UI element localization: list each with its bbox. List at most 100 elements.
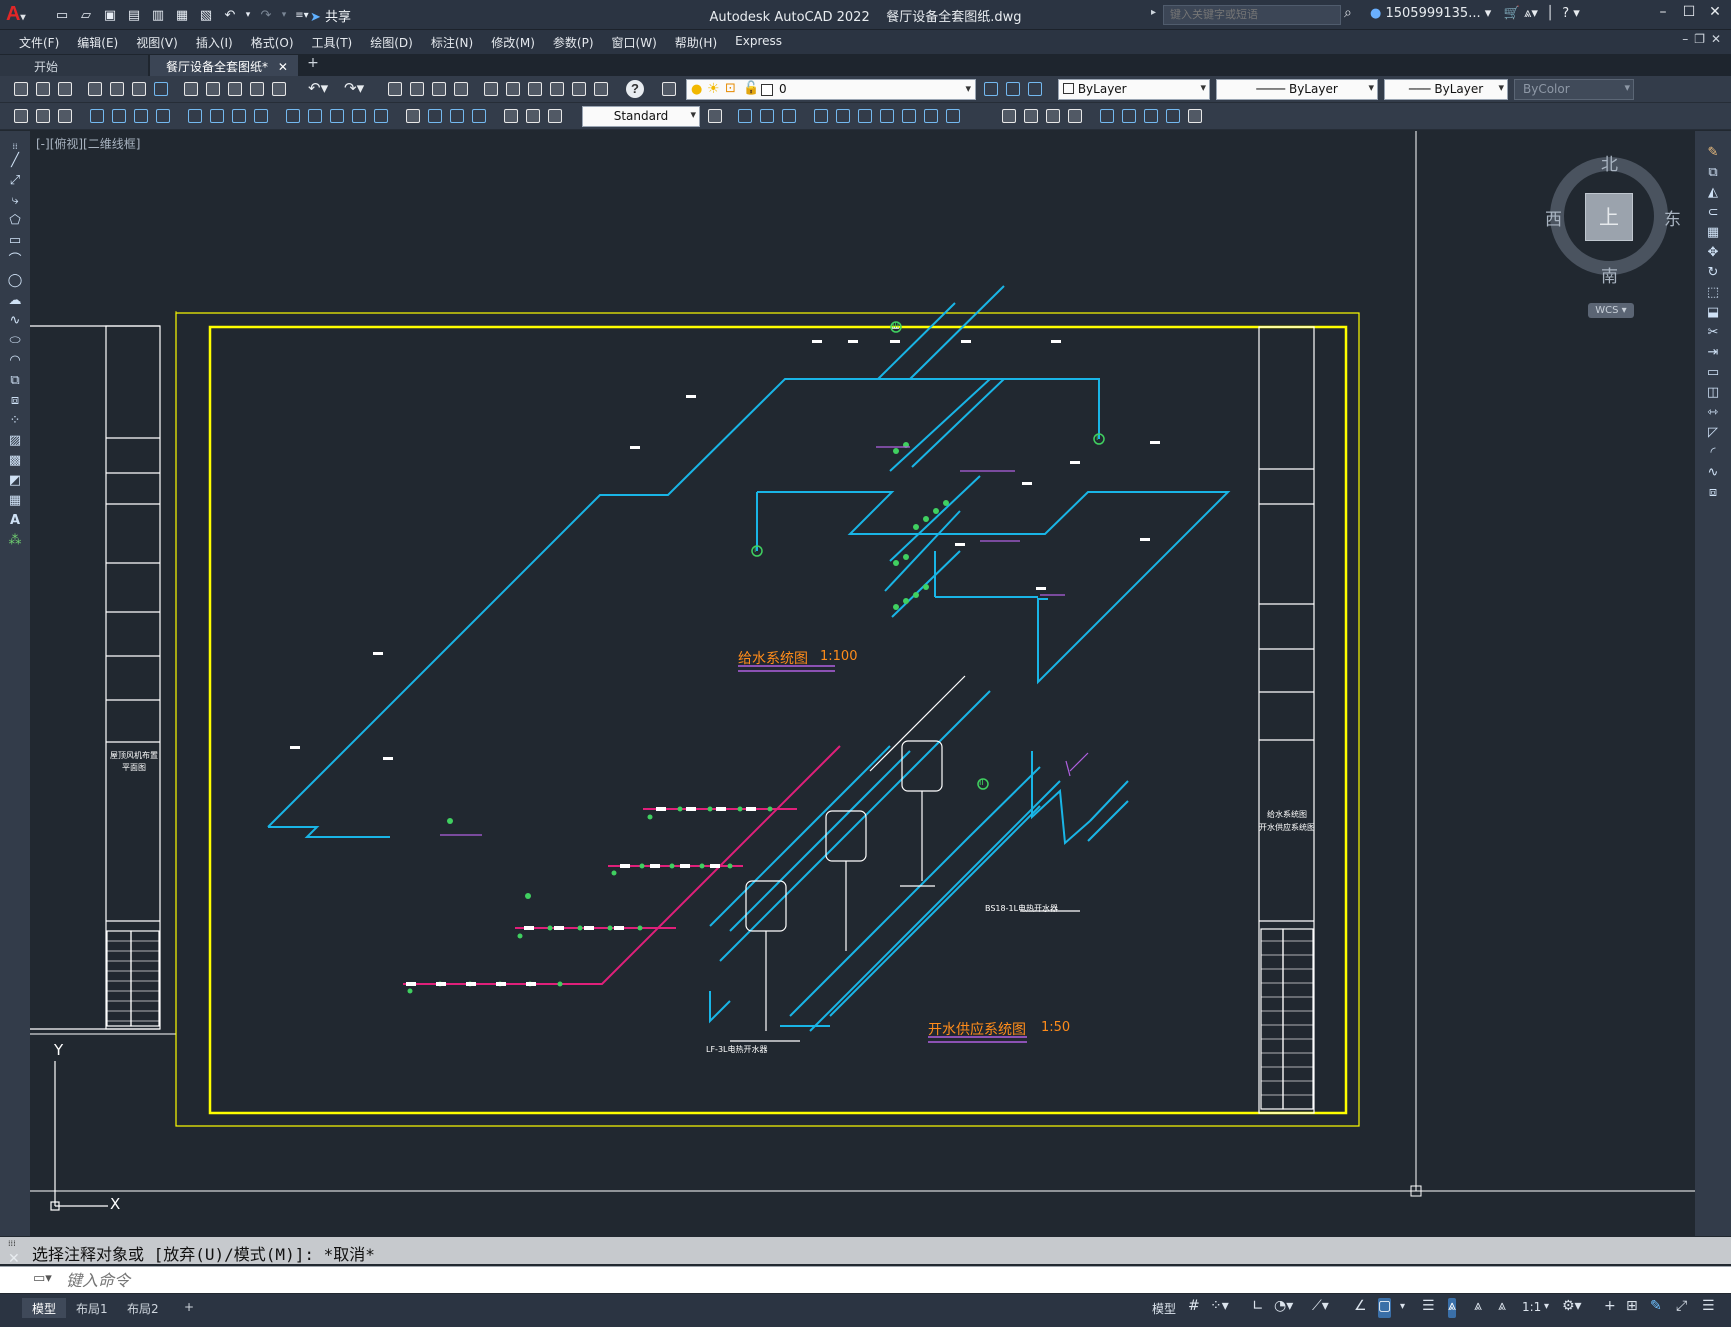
quickcalc-icon[interactable] [592, 80, 610, 98]
point-icon[interactable]: ⁘ [7, 413, 23, 429]
tolerance-icon[interactable] [404, 107, 422, 125]
dimension-edit-icon[interactable] [502, 107, 520, 125]
angular-dimension-icon[interactable] [252, 107, 270, 125]
solid-union-icon[interactable] [1000, 107, 1018, 125]
attach-xref-icon[interactable] [1164, 107, 1182, 125]
menu-draw[interactable]: 绘图(D) [361, 30, 422, 54]
spline-icon[interactable]: ∿ [7, 313, 23, 329]
minimize-button[interactable]: – [1652, 4, 1674, 24]
offset-icon[interactable]: ⊂ [1705, 205, 1721, 221]
viewcube-top-face[interactable]: 上 [1585, 193, 1633, 241]
annotation-scale-value[interactable]: 1:1 [1522, 1298, 1541, 1318]
make-block-icon[interactable] [1120, 107, 1138, 125]
zoom-window-icon[interactable] [430, 80, 448, 98]
join-icon[interactable]: ⇿ [1705, 405, 1721, 421]
arc-length-icon[interactable] [132, 107, 150, 125]
autocad-logo-icon[interactable]: A▾ [6, 3, 30, 27]
recent-commands-icon[interactable]: ▭▾ [33, 1271, 59, 1289]
dimension-style-dropdown[interactable]: Standard ▾ [582, 106, 700, 127]
cut-icon[interactable] [182, 80, 200, 98]
menu-format[interactable]: 格式(O) [242, 30, 303, 54]
plot-icon[interactable]: ▧ [196, 5, 216, 25]
close-tab-icon[interactable]: ✕ [278, 60, 288, 74]
ucs-object-icon[interactable] [900, 107, 918, 125]
color-dropdown[interactable]: ByLayer ▾ [1058, 79, 1210, 100]
chevron-down-icon[interactable]: ▾ [1544, 1298, 1549, 1318]
stretch-icon[interactable]: ⬓ [1705, 305, 1721, 321]
trim-icon[interactable]: ✂ [1705, 325, 1721, 341]
search-icon[interactable]: ⌕ [1344, 5, 1352, 21]
draworder-front-icon[interactable] [736, 107, 754, 125]
viewcube-west[interactable]: 西 [1545, 205, 1562, 230]
preview-icon[interactable] [108, 80, 126, 98]
object-snap-icon[interactable]: ▢ [1378, 1298, 1392, 1318]
auto-scale-icon[interactable]: ⩓ [1474, 1298, 1482, 1318]
annotation-monitor-icon[interactable]: + [1604, 1298, 1616, 1318]
ucs-face-icon[interactable] [878, 107, 896, 125]
redo-toolbar-icon[interactable]: ↷▾ [344, 79, 364, 97]
tab-current-drawing[interactable]: 餐厅设备全套图纸* ✕ [150, 55, 298, 76]
lineweight-display-icon[interactable]: ☰ [1422, 1298, 1435, 1318]
inspection-icon[interactable] [448, 107, 466, 125]
move-icon[interactable]: ✥ [1705, 245, 1721, 261]
drawing-area[interactable]: [-][俯视][二维线框] 给水系统图 1:100 开水供应系统图 1:50 L… [30, 131, 1695, 1236]
redo-dropdown-icon[interactable]: ▾ [280, 5, 288, 25]
line-icon[interactable]: ╱ [7, 153, 23, 169]
insert-block-icon[interactable] [1098, 107, 1116, 125]
save-toolbar-icon[interactable] [56, 80, 74, 98]
ellipse-arc-icon[interactable]: ◠ [7, 353, 23, 369]
layer-previous-icon[interactable] [1004, 80, 1022, 98]
gradient-icon[interactable] [1186, 107, 1204, 125]
match-properties-icon[interactable] [248, 80, 266, 98]
construction-line-icon[interactable]: ⤢ [7, 173, 23, 189]
maximize-button[interactable]: ☐ [1678, 4, 1700, 24]
menu-tools[interactable]: 工具(T) [303, 30, 362, 54]
object-snap-dropdown-icon[interactable]: ▾ [1400, 1298, 1405, 1318]
annotation-2-icon[interactable] [34, 107, 52, 125]
share-button[interactable]: ➤ 共享 [310, 6, 351, 25]
revision-cloud-icon[interactable]: ☁ [7, 293, 23, 309]
jogged-linear-icon[interactable] [470, 107, 488, 125]
make-block-side-icon[interactable]: ⧈ [7, 393, 23, 409]
viewcube-east[interactable]: 东 [1664, 205, 1681, 230]
ucs-icon[interactable] [812, 107, 830, 125]
zoom-previous-icon[interactable] [452, 80, 470, 98]
snap-icon[interactable]: ⁘▾ [1210, 1298, 1229, 1318]
autodesk-app-icon[interactable]: ⩓▾ [1524, 6, 1538, 21]
isodraft-icon[interactable]: ⟋▾ [1312, 1298, 1329, 1318]
polygon-icon[interactable]: ⬠ [7, 213, 23, 229]
wcs-menu-button[interactable]: WCS ▾ [1588, 303, 1634, 318]
gradient-side-icon[interactable]: ▩ [7, 453, 23, 469]
menu-window[interactable]: 窗口(W) [603, 30, 666, 54]
3d-print-icon[interactable] [152, 80, 170, 98]
object-snap-tracking-icon[interactable]: ∠ [1354, 1298, 1367, 1318]
user-account[interactable]: ● 1505999135... ▾ 🛒 ⩓▾ │ ? ▾ [1370, 6, 1580, 21]
markup-icon[interactable] [570, 80, 588, 98]
fillet-icon[interactable]: ◜ [1705, 445, 1721, 461]
copy-object-icon[interactable]: ⧉ [1705, 165, 1721, 181]
menu-view[interactable]: 视图(V) [127, 30, 187, 54]
layout-tab-layout2[interactable]: 布局2 [117, 1298, 169, 1318]
extend-icon[interactable]: ⇥ [1705, 345, 1721, 361]
break-icon[interactable]: ◫ [1705, 385, 1721, 401]
close-window-button[interactable]: ✕ [1704, 4, 1726, 24]
ordinate-dimension-icon[interactable] [154, 107, 172, 125]
make-layer-current-icon[interactable] [982, 80, 1000, 98]
export-icon[interactable]: ▦ [172, 5, 192, 25]
save-icon[interactable]: ▣ [100, 5, 120, 25]
customization-menu-icon[interactable]: ☰ [1702, 1298, 1715, 1318]
dimension-break-icon[interactable] [372, 107, 390, 125]
dimension-text-edit-icon[interactable] [524, 107, 542, 125]
isolate-objects-icon[interactable]: ✎ [1650, 1298, 1662, 1318]
layer-properties-icon[interactable] [660, 80, 678, 98]
add-selected-icon[interactable]: ⁂ [7, 533, 23, 549]
rotate-icon[interactable]: ↻ [1705, 265, 1721, 281]
workspace-gear-icon[interactable]: ⚙▾ [1562, 1298, 1582, 1318]
model-space-button[interactable]: 模型 [1152, 1298, 1176, 1318]
ucs-previous-icon[interactable] [856, 107, 874, 125]
ucs-world-icon[interactable] [834, 107, 852, 125]
table-icon[interactable]: ▦ [7, 493, 23, 509]
mirror-icon[interactable]: ◭ [1705, 185, 1721, 201]
publish-icon[interactable] [130, 80, 148, 98]
solid-subtract-icon[interactable] [1022, 107, 1040, 125]
